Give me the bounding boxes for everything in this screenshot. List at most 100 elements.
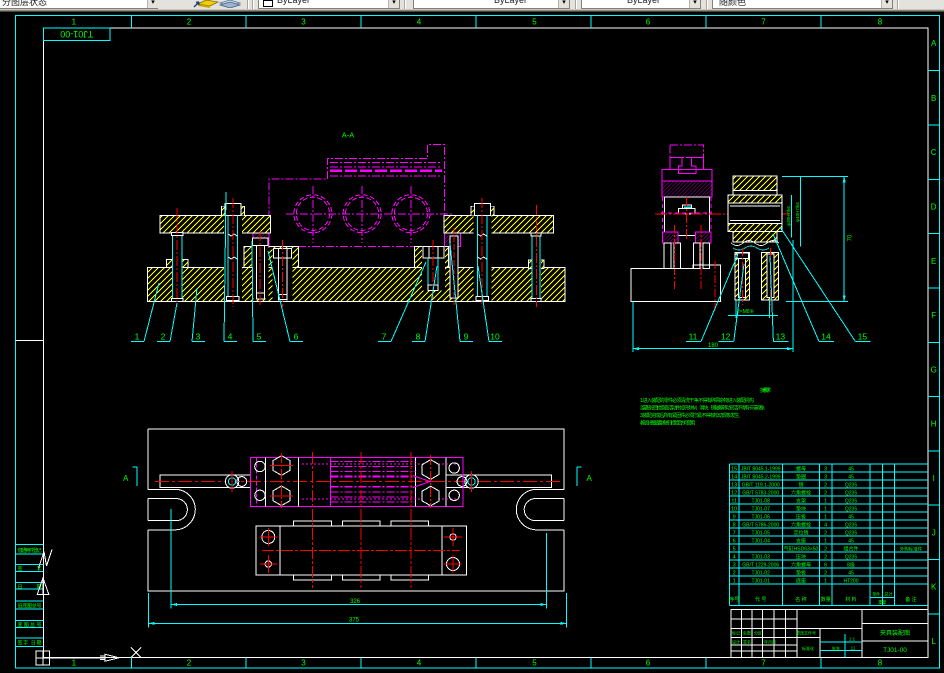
svg-text:分区: 分区 bbox=[754, 630, 762, 636]
svg-text:技术要求: 技术要求 bbox=[760, 387, 771, 394]
svg-text:13: 13 bbox=[731, 482, 737, 488]
svg-text:4: 4 bbox=[417, 659, 422, 668]
svg-text:1: 1 bbox=[824, 506, 827, 512]
svg-text:14: 14 bbox=[821, 332, 831, 342]
svg-text:Q235: Q235 bbox=[845, 482, 857, 488]
svg-text:11: 11 bbox=[689, 332, 698, 342]
svg-text:GB/T 5783-2000: GB/T 5783-2000 bbox=[742, 490, 779, 496]
svg-text:180: 180 bbox=[708, 343, 719, 349]
svg-text:6: 6 bbox=[733, 538, 736, 544]
svg-text:5: 5 bbox=[532, 659, 537, 668]
svg-text:2: 2 bbox=[187, 18, 192, 27]
svg-text:TJ01-01: TJ01-01 bbox=[752, 578, 771, 584]
svg-text:15: 15 bbox=[731, 466, 737, 472]
svg-text:GB/T 119.1-2000: GB/T 119.1-2000 bbox=[742, 482, 780, 488]
svg-text:签名: 签名 bbox=[743, 639, 751, 645]
svg-text:气缸HSD63×50: 气缸HSD63×50 bbox=[784, 545, 819, 552]
svg-text:六角螺母: 六角螺母 bbox=[791, 561, 811, 568]
svg-text:1:1: 1:1 bbox=[849, 637, 856, 642]
svg-text:11: 11 bbox=[731, 498, 737, 504]
svg-text:C: C bbox=[931, 148, 937, 157]
svg-text:7: 7 bbox=[761, 18, 766, 27]
svg-text:6: 6 bbox=[646, 659, 651, 668]
svg-text:45: 45 bbox=[848, 474, 854, 480]
svg-text:3: 3 bbox=[733, 562, 736, 568]
svg-text:数量: 数量 bbox=[821, 596, 831, 603]
svg-text:底图总号: 底图总号 bbox=[18, 621, 42, 628]
svg-text:4: 4 bbox=[228, 332, 233, 342]
svg-text:10: 10 bbox=[731, 506, 737, 512]
svg-text:材 料: 材 料 bbox=[845, 596, 856, 603]
svg-text:GB/T 5786-2000: GB/T 5786-2000 bbox=[742, 522, 779, 528]
svg-text:1: 1 bbox=[824, 498, 827, 504]
svg-text:2: 2 bbox=[824, 490, 827, 496]
svg-text:Q235: Q235 bbox=[845, 506, 857, 512]
svg-text:8: 8 bbox=[733, 522, 736, 528]
svg-text:压块: 压块 bbox=[796, 553, 806, 560]
svg-text:7: 7 bbox=[733, 530, 736, 536]
svg-text:标记: 标记 bbox=[732, 630, 740, 636]
svg-text:2: 2 bbox=[824, 546, 827, 552]
svg-text:45: 45 bbox=[848, 466, 854, 472]
svg-text:8: 8 bbox=[416, 332, 421, 342]
svg-text:设计: 设计 bbox=[732, 639, 740, 645]
svg-text:G: G bbox=[931, 365, 937, 374]
svg-text:4: 4 bbox=[824, 522, 827, 528]
svg-text:签字 日期: 签字 日期 bbox=[18, 640, 42, 647]
svg-text:名 称: 名 称 bbox=[795, 596, 806, 603]
svg-text:H: H bbox=[931, 420, 937, 429]
svg-text:JB/T 8045.1-1999: JB/T 8045.1-1999 bbox=[741, 466, 781, 472]
svg-text:1: 1 bbox=[824, 578, 827, 584]
svg-text:2: 2 bbox=[824, 570, 827, 576]
svg-text:14: 14 bbox=[731, 474, 737, 480]
svg-text:2: 2 bbox=[824, 554, 827, 560]
svg-text:单件: 单件 bbox=[872, 591, 880, 597]
svg-text:8级: 8级 bbox=[847, 561, 855, 568]
svg-text:JB/T 8045.2-1999: JB/T 8045.2-1999 bbox=[741, 474, 781, 480]
svg-text:7: 7 bbox=[761, 659, 766, 668]
svg-text:TJ01-00: TJ01-00 bbox=[883, 647, 907, 654]
svg-text:TJ01-00: TJ01-00 bbox=[60, 29, 93, 39]
svg-text:TJ01-06: TJ01-06 bbox=[752, 514, 771, 520]
svg-text:序号: 序号 bbox=[729, 596, 739, 603]
svg-text:六角螺栓: 六角螺栓 bbox=[791, 521, 811, 528]
svg-text:HT200: HT200 bbox=[843, 578, 858, 584]
svg-text:签 字: 签 字 bbox=[18, 566, 42, 573]
svg-text:8: 8 bbox=[878, 18, 883, 27]
svg-text:六角螺栓: 六角螺栓 bbox=[791, 489, 811, 496]
svg-text:3: 3 bbox=[824, 466, 827, 472]
svg-text:处数: 处数 bbox=[743, 630, 751, 636]
svg-text:φ30H7/k6: φ30H7/k6 bbox=[786, 206, 791, 226]
svg-text:标准化: 标准化 bbox=[802, 645, 814, 651]
svg-text:4: 4 bbox=[417, 18, 422, 27]
svg-text:销: 销 bbox=[798, 481, 803, 488]
svg-text:3: 3 bbox=[824, 474, 827, 480]
svg-text:1: 1 bbox=[824, 514, 827, 520]
svg-text:更改文件号: 更改文件号 bbox=[796, 630, 816, 636]
svg-text:定位销: 定位销 bbox=[793, 529, 808, 536]
svg-text:45: 45 bbox=[848, 514, 854, 520]
svg-text:3: 3 bbox=[301, 659, 306, 668]
svg-text:借(通)用件登记: 借(通)用件登记 bbox=[18, 547, 42, 554]
svg-text:1: 1 bbox=[733, 578, 736, 584]
svg-text:K: K bbox=[931, 583, 937, 592]
svg-text:Q235: Q235 bbox=[845, 554, 857, 560]
svg-text:4: 4 bbox=[733, 554, 736, 560]
svg-text:3: 3 bbox=[196, 332, 201, 342]
svg-text:Q235: Q235 bbox=[845, 498, 857, 504]
svg-text:垫圈: 垫圈 bbox=[796, 473, 806, 480]
svg-text:2: 2 bbox=[733, 570, 736, 576]
svg-text:2: 2 bbox=[824, 530, 827, 536]
svg-text:8: 8 bbox=[878, 659, 883, 668]
svg-text:2: 2 bbox=[187, 659, 192, 668]
svg-text:D: D bbox=[931, 203, 937, 212]
svg-text:13: 13 bbox=[776, 332, 786, 342]
svg-text:70: 70 bbox=[848, 234, 854, 241]
svg-text:总计: 总计 bbox=[885, 591, 893, 597]
svg-text:夹具装配图: 夹具装配图 bbox=[880, 629, 910, 637]
svg-text:F: F bbox=[931, 311, 936, 320]
svg-text:E: E bbox=[931, 257, 936, 266]
svg-text:1: 1 bbox=[72, 659, 77, 668]
svg-text:5: 5 bbox=[532, 18, 537, 27]
svg-text:1.进入装配的零件必须清洗干净,不得有碎屑杂物进入装配机构.: 1.进入装配的零件必须清洗干净,不得有碎屑杂物进入装配机构. bbox=[640, 397, 755, 404]
